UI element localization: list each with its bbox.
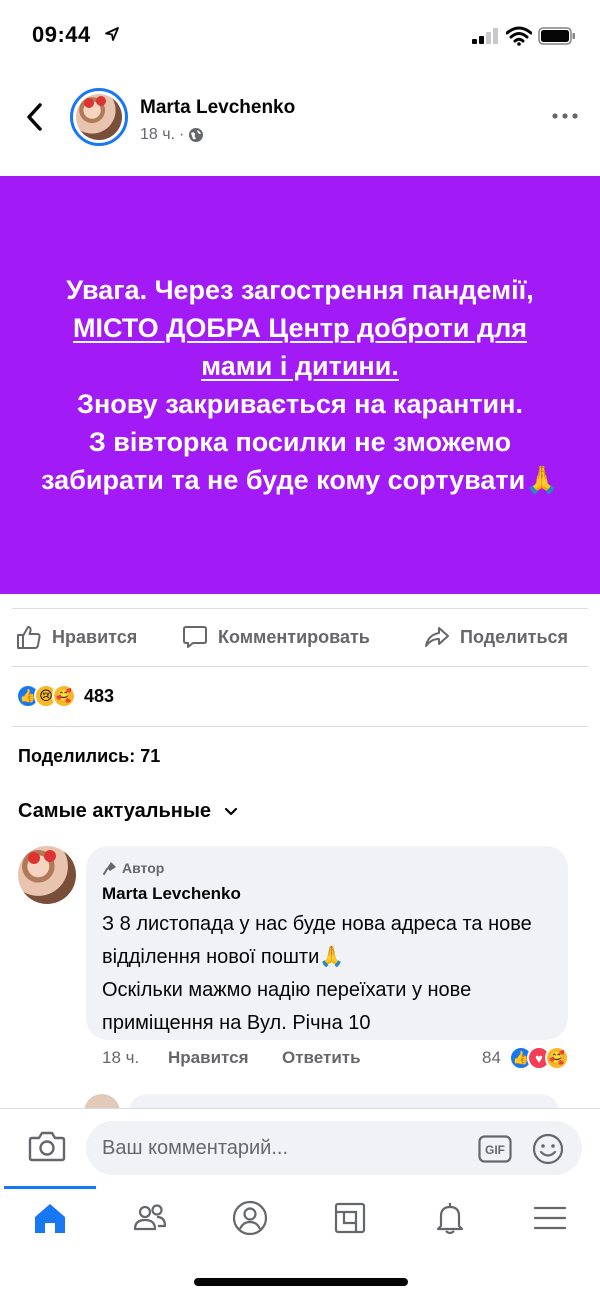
more-options-icon[interactable]: [550, 104, 580, 128]
nav-notifications[interactable]: [428, 1196, 472, 1240]
speech-bubble-icon: [183, 626, 207, 648]
post-text-intro: Увага. Через загострення пандемії,: [66, 275, 534, 305]
cellular-signal-icon: [472, 28, 498, 44]
gif-icon[interactable]: GIF: [478, 1135, 512, 1163]
back-arrow-icon[interactable]: [22, 100, 48, 134]
nav-profile[interactable]: [228, 1196, 272, 1240]
post-meta: 18 ч. ·: [140, 126, 204, 144]
pages-icon: [334, 1202, 366, 1234]
status-bar: 09:44: [0, 0, 600, 70]
share-label: Поделиться: [460, 626, 569, 647]
page-mention-link[interactable]: МІСТО ДОБРА Центр доброти для мами і дит…: [73, 313, 527, 381]
divider: [12, 666, 588, 667]
comment-sort-dropdown[interactable]: Самые актуальные: [18, 800, 239, 823]
shares-count[interactable]: Поделились: 71: [18, 746, 160, 767]
like-label: Нравится: [52, 626, 138, 647]
share-button[interactable]: Поделиться: [424, 624, 568, 650]
bottom-navigation: [0, 1186, 600, 1297]
care-reaction-icon: 🥰: [544, 1046, 569, 1070]
wifi-icon: [506, 26, 532, 46]
thumbs-up-icon: [17, 626, 41, 649]
post-text: Увага. Через загострення пандемії, МІСТО…: [40, 271, 560, 499]
smiley-icon[interactable]: [532, 1133, 564, 1165]
share-arrow-icon: [425, 627, 449, 647]
author-badge: Автор: [102, 860, 552, 876]
nav-menu[interactable]: [528, 1196, 572, 1240]
comment-reactions[interactable]: 84 👍 ♥ 🥰: [482, 1046, 569, 1070]
commenter-avatar[interactable]: [18, 846, 76, 904]
comment-time[interactable]: 18 ч.: [102, 1048, 139, 1068]
comment-footer: 18 ч. Нравится Ответить 84 👍 ♥ 🥰: [102, 1046, 582, 1072]
status-time: 09:44: [32, 22, 91, 47]
location-arrow-icon: [105, 27, 119, 41]
svg-text:GIF: GIF: [485, 1143, 505, 1157]
comment-label: Комментировать: [218, 626, 370, 647]
reaction-count: 483: [84, 685, 115, 706]
post-actions: Нравится Комментировать Поделиться: [0, 612, 600, 664]
care-reaction-icon: 🥰: [52, 684, 76, 708]
profile-icon: [232, 1200, 268, 1236]
nav-home[interactable]: [28, 1196, 72, 1240]
globe-icon: [189, 128, 204, 142]
comment-bubble: Автор Marta Levchenko З 8 листопада у на…: [86, 846, 568, 1040]
camera-icon[interactable]: [28, 1129, 66, 1163]
author-badge-label: Автор: [122, 860, 165, 876]
post-header: Marta Levchenko 18 ч. ·: [0, 80, 600, 160]
divider: [12, 726, 588, 727]
comment-like-button[interactable]: Нравится: [168, 1048, 249, 1068]
reactions-summary[interactable]: 👍 😢 🥰 483: [16, 682, 114, 710]
nav-pages[interactable]: [328, 1196, 372, 1240]
post-body: Увага. Через загострення пандемії, МІСТО…: [0, 176, 600, 594]
meta-separator: ·: [179, 126, 185, 143]
post-text-quarantine: Знову закривається на карантин.: [77, 389, 523, 419]
hamburger-menu-icon: [533, 1206, 567, 1230]
author-avatar[interactable]: [70, 88, 128, 146]
home-indicator: [194, 1278, 408, 1286]
comment-text-2: Оскільки мажмо надію переїхати у нове пр…: [102, 979, 472, 1034]
bell-icon: [436, 1203, 464, 1235]
comment-reply-button[interactable]: Ответить: [282, 1048, 361, 1068]
home-icon: [35, 1204, 65, 1233]
friends-icon: [133, 1204, 167, 1231]
active-tab-indicator: [4, 1186, 96, 1189]
comment-author[interactable]: Marta Levchenko: [102, 884, 552, 904]
sort-label: Самые актуальные: [18, 800, 212, 822]
comment-button[interactable]: Комментировать: [182, 624, 370, 650]
comment-text-1: З 8 листопада у нас буде нова адреса та …: [102, 913, 532, 968]
comment-reaction-count: 84: [482, 1048, 501, 1067]
post-time[interactable]: 18 ч.: [140, 126, 175, 144]
post-text-parcels: З вівторка посилки не зможемо забирати т…: [41, 427, 559, 495]
divider: [12, 608, 588, 609]
battery-icon: [538, 27, 575, 45]
author-name[interactable]: Marta Levchenko: [140, 97, 295, 119]
nav-friends[interactable]: [128, 1196, 172, 1240]
microphone-icon: [103, 862, 116, 875]
like-button[interactable]: Нравится: [16, 624, 137, 650]
comment-composer: GIF: [0, 1108, 600, 1186]
chevron-down-icon: [224, 807, 238, 815]
